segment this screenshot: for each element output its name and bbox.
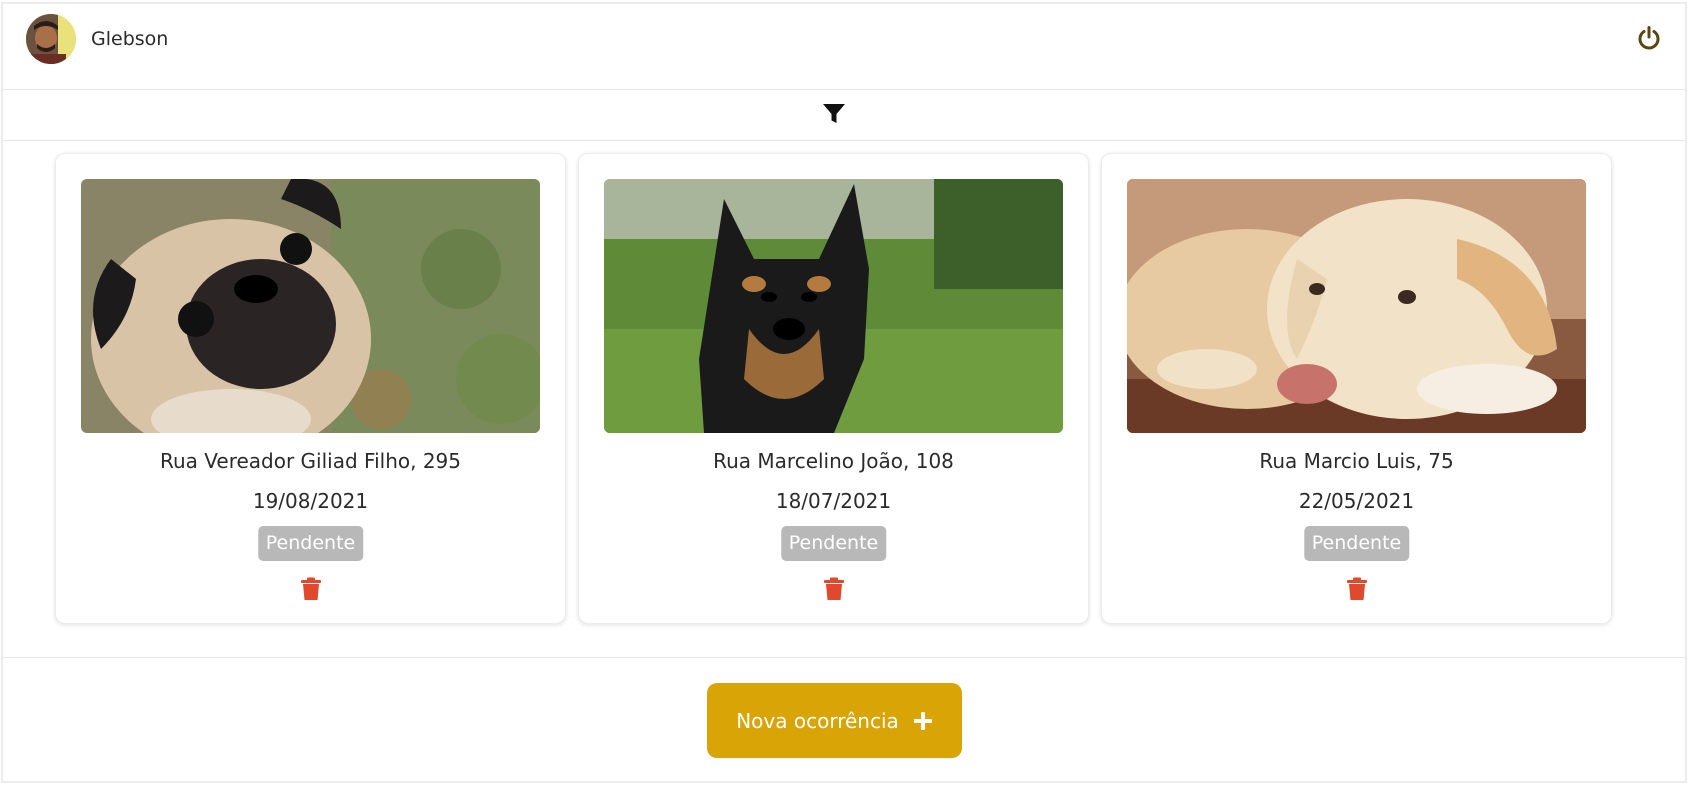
username: Glebson [91, 28, 169, 50]
occurrence-date: 22/05/2021 [1298, 489, 1415, 513]
occurrence-address: Rua Marcelino João, 108 [713, 449, 954, 473]
dog-photo-labrador [1127, 179, 1586, 433]
new-occurrence-label: Nova ocorrência [736, 708, 899, 733]
filter-icon[interactable] [821, 101, 847, 127]
occurrence-address: Rua Vereador Giliad Filho, 295 [159, 449, 461, 473]
status-badge: Pendente [257, 526, 364, 561]
occurrence-list: Rua Vereador Giliad Filho, 295 19/08/202… [3, 141, 1685, 658]
status-badge: Pendente [780, 526, 887, 561]
new-occurrence-button[interactable]: Nova ocorrência [707, 683, 962, 758]
status-badge: Pendente [1303, 526, 1410, 561]
plus-icon [913, 711, 933, 731]
trash-icon[interactable] [1346, 577, 1368, 601]
occurrence-date: 19/08/2021 [252, 489, 369, 513]
occurrence-card[interactable]: Rua Vereador Giliad Filho, 295 19/08/202… [55, 153, 566, 624]
dog-photo-pug [81, 179, 540, 433]
occurrence-date: 18/07/2021 [775, 489, 892, 513]
top-bar: Glebson [3, 4, 1685, 90]
filter-bar [3, 90, 1685, 141]
dog-photo-pinscher [604, 179, 1063, 433]
occurrence-card[interactable]: Rua Marcio Luis, 75 22/05/2021 Pendente [1101, 153, 1612, 624]
app-frame: Glebson Rua Vereador Giliad Filho, 295 1… [1, 2, 1687, 783]
avatar[interactable] [26, 14, 76, 64]
occurrence-address: Rua Marcio Luis, 75 [1259, 449, 1454, 473]
trash-icon[interactable] [823, 577, 845, 601]
occurrence-card[interactable]: Rua Marcelino João, 108 18/07/2021 Pende… [578, 153, 1089, 624]
trash-icon[interactable] [300, 577, 322, 601]
power-icon[interactable] [1635, 24, 1663, 52]
